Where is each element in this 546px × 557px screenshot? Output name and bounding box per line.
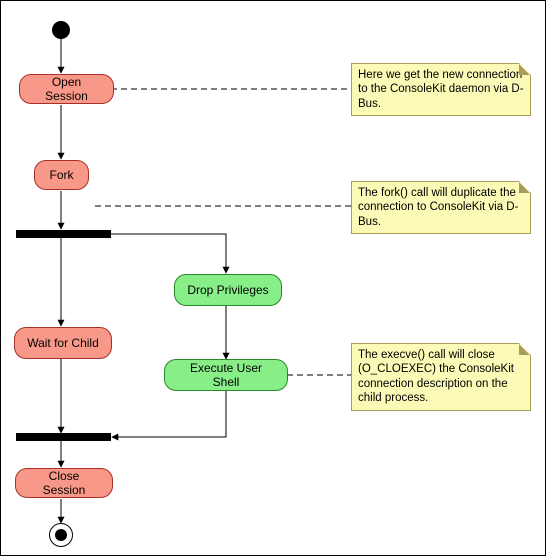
note-text: The fork() call will duplicate the conne… (358, 187, 518, 228)
join-bar (16, 433, 111, 441)
activity-close-session: Close Session (15, 468, 113, 498)
activity-label: Wait for Child (27, 336, 99, 350)
activity-label: Close Session (28, 469, 100, 497)
fork-bar (16, 230, 111, 238)
activity-diagram-canvas: Open Session Fork Wait for Child Drop Pr… (0, 0, 546, 556)
activity-fork: Fork (34, 160, 89, 190)
note-open-session: Here we get the new connection to the Co… (351, 63, 531, 116)
activity-label: Drop Privileges (187, 283, 268, 297)
note-fork-bar: The fork() call will duplicate the conne… (351, 181, 531, 234)
initial-node (52, 21, 70, 39)
note-exec-shell: The execve() call will close (O_CLOEXEC)… (351, 343, 531, 411)
note-text: The execve() call will close (O_CLOEXEC)… (358, 349, 514, 404)
activity-open-session: Open Session (19, 74, 114, 104)
activity-label: Open Session (32, 75, 101, 103)
final-node (49, 523, 73, 547)
activity-wait-for-child: Wait for Child (14, 327, 112, 359)
activity-label: Fork (50, 168, 74, 182)
activity-execute-user-shell: Execute User Shell (164, 359, 288, 391)
activity-label: Execute User Shell (177, 361, 275, 389)
activity-drop-privileges: Drop Privileges (174, 274, 282, 306)
note-text: Here we get the new connection to the Co… (358, 69, 524, 110)
